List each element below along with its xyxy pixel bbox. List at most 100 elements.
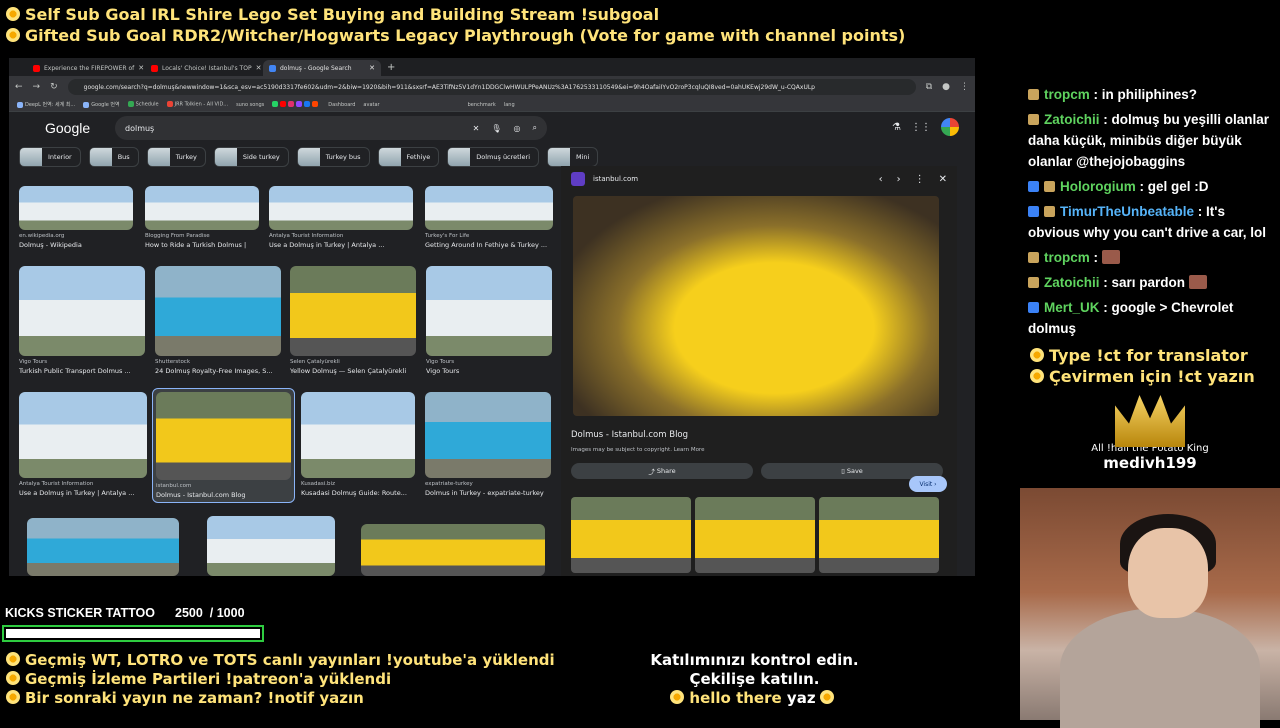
result-card-selected[interactable]: istanbul.com Dolmus - Istanbul.com Blog <box>152 388 295 503</box>
result-image[interactable] <box>301 392 415 478</box>
result-title[interactable]: Use a Dolmuş in Turkey | Antalya ... <box>19 489 147 497</box>
result-image[interactable] <box>19 392 147 478</box>
result-image[interactable] <box>425 392 551 478</box>
menu-icon[interactable]: ⋮ <box>960 82 969 92</box>
result-image[interactable] <box>290 266 416 356</box>
result-title[interactable]: Vigo Tours <box>426 367 552 375</box>
result-image[interactable] <box>27 518 179 576</box>
chip-mini[interactable]: Mini <box>547 147 599 167</box>
result-title[interactable]: Getting Around In Fethiye & Turkey ... <box>425 241 553 249</box>
result-card[interactable]: Shutterstock 24 Dolmuş Royalty-Free Image… <box>155 266 281 375</box>
back-icon[interactable]: ← <box>15 82 23 92</box>
close-icon[interactable]: ✕ <box>369 64 375 72</box>
result-image[interactable] <box>361 524 545 576</box>
chat-username[interactable]: Zatoichii <box>1044 112 1100 127</box>
result-card[interactable] <box>361 524 545 576</box>
result-image[interactable] <box>155 266 281 356</box>
share-button[interactable]: ⤴ Share <box>571 463 753 479</box>
chat-username[interactable]: Zatoichii <box>1044 275 1100 290</box>
chevron-right-icon[interactable]: › <box>897 174 901 185</box>
result-card[interactable]: expatriate-turkey Dolmus in Turkey - expa… <box>425 392 551 497</box>
result-card[interactable]: Vigo Tours Turkish Public Transport Dolmu… <box>19 266 145 375</box>
result-image[interactable] <box>156 392 291 480</box>
apps-icon[interactable]: ⋮⋮ <box>911 122 931 133</box>
reload-icon[interactable]: ↻ <box>50 82 58 92</box>
new-tab-button[interactable]: + <box>381 62 401 73</box>
lens-icon[interactable]: ◎ <box>514 124 521 133</box>
result-title[interactable]: 24 Dolmuş Royalty-Free Images, S... <box>155 367 281 375</box>
extensions-icon[interactable]: ⧉ <box>926 82 932 92</box>
result-card[interactable]: Selen Çatalyürekli Yellow Dolmuş — Selen … <box>290 266 416 375</box>
related-image[interactable] <box>571 497 691 573</box>
result-card[interactable]: Vigo Tours Vigo Tours <box>426 266 552 375</box>
bookmark-deepl[interactable]: DeepL 번역: 세계 최... <box>17 101 75 108</box>
result-card[interactable]: Antalya Tourist Information Use a Dolmuş … <box>269 186 413 249</box>
result-image[interactable] <box>19 186 133 230</box>
search-input[interactable]: dolmuş <box>125 124 461 133</box>
result-title[interactable]: Kusadasi Dolmuş Guide: Route... <box>301 489 415 497</box>
bookmark-tolkien[interactable]: JRR Tolkien - All VID... <box>166 101 228 108</box>
chat-username[interactable]: tropcm <box>1044 250 1090 265</box>
chat-username[interactable]: Holorogium <box>1060 179 1136 194</box>
result-image[interactable] <box>425 186 553 230</box>
search-box[interactable]: dolmuş ✕ 🎙 ◎ ⌕ <box>115 116 547 140</box>
result-card[interactable]: Kusadasi.biz Kusadasi Dolmuş Guide: Route… <box>301 392 415 497</box>
chip-dolmus-ucretleri[interactable]: Dolmuş ücretleri <box>447 147 539 167</box>
tab-google-search[interactable]: dolmuş - Google Search ✕ <box>263 60 381 76</box>
visit-button[interactable]: Visit › <box>909 476 947 492</box>
google-logo[interactable]: Google <box>45 120 115 136</box>
chat-username[interactable]: tropcm <box>1044 87 1090 102</box>
labs-icon[interactable]: ⚗ <box>892 122 901 133</box>
close-icon[interactable]: ✕ <box>256 64 262 72</box>
close-icon[interactable]: ✕ <box>138 64 144 72</box>
avatar[interactable] <box>941 118 959 136</box>
chip-fethiye[interactable]: Fethiye <box>377 147 440 167</box>
result-title[interactable]: How to Ride a Turkish Dolmus | <box>145 241 259 249</box>
result-title[interactable]: Yellow Dolmuş — Selen Çatalyürekli <box>290 367 416 375</box>
bookmark-lang[interactable]: lang <box>504 102 515 108</box>
tab-youtube-2[interactable]: Locals' Choice! Istanbul's TOP ✕ <box>145 60 263 76</box>
result-card[interactable] <box>27 518 179 576</box>
result-card[interactable] <box>207 516 335 576</box>
mic-icon[interactable]: 🎙 <box>491 124 501 133</box>
result-title[interactable]: Use a Dolmuş in Turkey | Antalya ... <box>269 241 413 249</box>
result-card[interactable]: en.wikipedia.org Dolmuş - Wikipedia <box>19 186 133 249</box>
result-title[interactable]: Turkish Public Transport Dolmus ... <box>19 367 145 375</box>
close-icon[interactable]: ✕ <box>939 174 947 185</box>
bookmark-avatar[interactable]: avatar <box>363 102 379 108</box>
bookmark-schedule[interactable]: Schedule <box>127 101 159 108</box>
chevron-left-icon[interactable]: ‹ <box>879 174 883 185</box>
chip-turkey[interactable]: Turkey <box>146 147 206 167</box>
chat-username[interactable]: Mert_UK <box>1044 300 1100 315</box>
address-bar[interactable]: google.com/search?q=dolmuş&newwindow=1&s… <box>67 79 916 95</box>
chip-interior[interactable]: Interior <box>19 147 81 167</box>
forward-icon[interactable]: → <box>33 82 41 92</box>
related-image[interactable] <box>695 497 815 573</box>
profile-icon[interactable]: ● <box>942 82 950 92</box>
chip-bus[interactable]: Bus <box>88 147 139 167</box>
result-card[interactable]: Antalya Tourist Information Use a Dolmuş … <box>19 392 147 497</box>
panel-title[interactable]: Dolmus - Istanbul.com Blog <box>571 430 957 440</box>
more-icon[interactable]: ⋮ <box>915 174 925 185</box>
result-image[interactable] <box>145 186 259 230</box>
result-title[interactable]: Dolmus in Turkey - expatriate-turkey <box>425 489 551 497</box>
result-title[interactable]: Dolmuş - Wikipedia <box>19 241 133 249</box>
bookmark-google-translate[interactable]: Google 번역 <box>83 101 120 108</box>
bookmark-icons[interactable] <box>272 101 320 108</box>
tab-youtube-1[interactable]: Experience the FIREPOWER of ✕ <box>27 60 145 76</box>
bookmark-benchmark[interactable]: benchmark <box>468 102 496 108</box>
bookmark-suno[interactable]: suno songs <box>236 102 264 108</box>
clear-icon[interactable]: ✕ <box>473 124 480 133</box>
result-image[interactable] <box>426 266 552 356</box>
bookmark-dashboard[interactable]: Dashboard <box>328 102 355 108</box>
chip-side-turkey[interactable]: Side turkey <box>213 147 289 167</box>
result-image[interactable] <box>269 186 413 230</box>
panel-site[interactable]: istanbul.com <box>593 175 638 183</box>
result-card[interactable]: Blogging From Paradise How to Ride a Turk… <box>145 186 259 249</box>
chip-turkey-bus[interactable]: Turkey bus <box>296 147 370 167</box>
related-image[interactable] <box>819 497 939 573</box>
search-icon[interactable]: ⌕ <box>533 123 537 133</box>
preview-image[interactable] <box>573 196 939 416</box>
result-image[interactable] <box>207 516 335 576</box>
result-title[interactable]: Dolmus - Istanbul.com Blog <box>156 491 291 499</box>
